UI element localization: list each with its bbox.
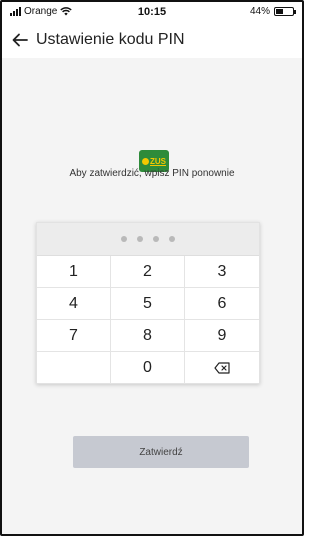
- backspace-icon: [214, 362, 230, 374]
- empty-key: [37, 352, 111, 384]
- zus-logo-dot-icon: [142, 157, 149, 165]
- status-bar-right: 44%: [249, 6, 296, 17]
- pin-dot: [153, 236, 159, 242]
- digit-key-2[interactable]: 2: [111, 256, 185, 288]
- pin-prompt: Aby zatwierdzić, wpisz PIN ponownie: [69, 168, 235, 179]
- battery-icon: [274, 7, 296, 16]
- keypad-grid: 123 456 7890: [37, 256, 259, 384]
- backspace-key[interactable]: [185, 352, 259, 384]
- digit-key-0[interactable]: 0: [111, 352, 185, 384]
- digit-key-7[interactable]: 7: [37, 320, 111, 352]
- app-header: Ustawienie kodu PIN: [2, 24, 302, 58]
- confirm-button-label: Zatwierdź: [139, 446, 183, 458]
- zus-logo-text: ZUS: [150, 156, 166, 166]
- pin-content: ZUS Aby zatwierdzić, wpisz PIN ponownie …: [2, 58, 302, 534]
- pin-keypad: 123 456 7890: [36, 222, 260, 384]
- digit-key-5[interactable]: 5: [111, 288, 185, 320]
- arrow-left-icon[interactable]: [10, 30, 30, 50]
- status-bar: Orange 10:15 44%: [2, 2, 302, 24]
- digit-key-6[interactable]: 6: [185, 288, 259, 320]
- zus-logo-mark: ZUS: [142, 157, 166, 166]
- app-screen: Orange 10:15 44% Ustawienie kodu PIN ZUS: [0, 0, 304, 536]
- digit-key-1[interactable]: 1: [37, 256, 111, 288]
- confirm-button[interactable]: Zatwierdź: [73, 436, 249, 468]
- battery-percent: 44%: [249, 6, 270, 17]
- digit-key-4[interactable]: 4: [37, 288, 111, 320]
- battery-fill: [276, 9, 284, 14]
- pin-indicator: [37, 223, 259, 256]
- digit-key-9[interactable]: 9: [185, 320, 259, 352]
- pin-dot: [169, 236, 175, 242]
- page-title: Ustawienie kodu PIN: [36, 31, 185, 48]
- digit-key-8[interactable]: 8: [111, 320, 185, 352]
- pin-dot: [137, 236, 143, 242]
- digit-key-3[interactable]: 3: [185, 256, 259, 288]
- pin-dot: [121, 236, 127, 242]
